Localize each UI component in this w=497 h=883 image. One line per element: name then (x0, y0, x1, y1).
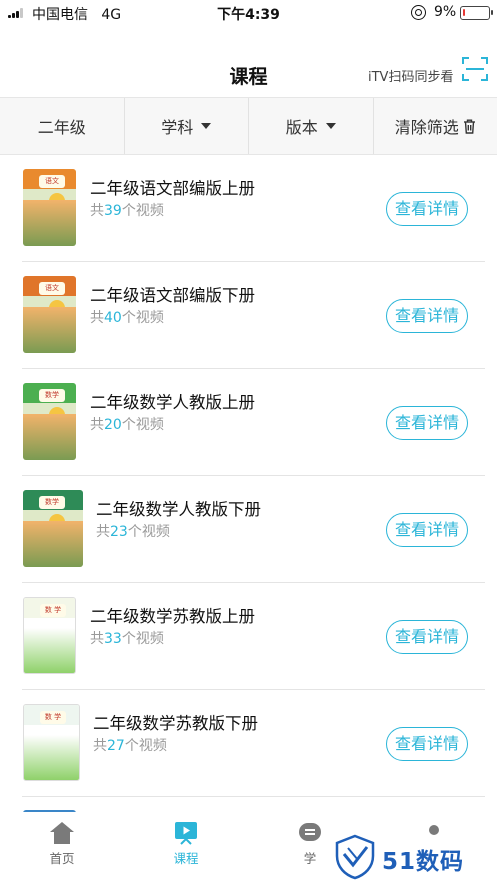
course-video-count: 共33个视频 (90, 631, 164, 647)
video-count-number: 40 (104, 310, 122, 326)
tab-course-label: 课程 (173, 851, 199, 866)
view-details-button[interactable]: 查看详情 (386, 620, 468, 654)
course-title: 二年级数学人教版下册 (96, 500, 261, 519)
course-title: 二年级语文部编版下册 (90, 286, 255, 305)
course-cover: 数学 (23, 383, 76, 460)
video-count-number: 20 (104, 417, 122, 433)
course-title: 二年级数学人教版上册 (90, 393, 255, 412)
course-video-count: 共39个视频 (90, 203, 164, 219)
course-play-icon (175, 822, 197, 845)
course-cover-tag: 数学 (39, 389, 65, 402)
course-cover-tag: 语文 (39, 175, 65, 188)
course-item[interactable]: 数学 二年级数学人教版上册 共20个视频 查看详情 (0, 369, 497, 476)
nav-bar: 课程 iTV扫码同步看 (0, 26, 497, 96)
orientation-lock-icon (411, 5, 426, 20)
video-count-number: 27 (107, 738, 125, 754)
watermark-shield-logo (335, 834, 375, 880)
view-details-button[interactable]: 查看详情 (386, 406, 468, 440)
tab-home[interactable]: 首页 (22, 820, 102, 867)
filter-edition-label: 版本 (285, 118, 318, 137)
caret-down-icon (201, 123, 212, 129)
scan-icon[interactable] (462, 57, 488, 81)
filter-bar: 二年级 学科 版本 清除筛选 (0, 97, 497, 155)
watermark: 51数码 (334, 834, 494, 880)
trash-icon (463, 119, 475, 134)
course-video-count: 共40个视频 (90, 310, 164, 326)
course-video-count: 共27个视频 (93, 738, 167, 754)
course-cover-tag: 数 学 (40, 711, 66, 724)
filter-subject-label: 学科 (161, 118, 194, 137)
itv-scan-link[interactable]: iTV扫码同步看 (368, 66, 453, 85)
watermark-text: 51数码 (382, 849, 465, 875)
filter-grade-label: 二年级 (37, 118, 86, 137)
battery-percent: 9% (434, 4, 457, 20)
course-item[interactable]: 数学 二年级数学人教版下册 共23个视频 查看详情 (0, 476, 497, 583)
caret-down-icon (325, 123, 336, 129)
course-title: 二年级数学苏教版下册 (93, 714, 258, 733)
course-cover: 数学 (23, 490, 83, 567)
course-cover-tag: 语文 (39, 282, 65, 295)
tab-home-label: 首页 (49, 851, 75, 866)
video-count-number: 33 (104, 631, 122, 647)
filter-subject[interactable]: 学科 (125, 98, 249, 154)
tab-course[interactable]: 课程 (146, 820, 226, 867)
study-icon (299, 823, 321, 841)
course-cover: 语文 (23, 276, 76, 353)
course-item[interactable]: 数 学 二年级数学苏教版下册 共27个视频 查看详情 (0, 690, 497, 797)
course-cover: 数 学 (23, 597, 76, 674)
status-bar: 中国电信 4G 下午4:39 9% (0, 0, 497, 26)
filter-edition[interactable]: 版本 (249, 98, 374, 154)
video-count-number: 39 (104, 203, 122, 219)
course-video-count: 共20个视频 (90, 417, 164, 433)
view-details-button[interactable]: 查看详情 (386, 727, 468, 761)
view-details-button[interactable]: 查看详情 (386, 299, 468, 333)
course-title: 二年级语文部编版上册 (90, 179, 255, 198)
course-item[interactable]: 数 学 二年级数学苏教版上册 共33个视频 查看详情 (0, 583, 497, 690)
clear-filter-button[interactable]: 清除筛选 (374, 98, 497, 154)
filter-grade[interactable]: 二年级 (0, 98, 125, 154)
course-item[interactable]: 语文 二年级语文部编版下册 共40个视频 查看详情 (0, 262, 497, 369)
clear-filter-label: 清除筛选 (394, 118, 459, 137)
course-item[interactable]: 语文 二年级语文部编版上册 共39个视频 查看详情 (0, 155, 497, 262)
course-cover-tag: 数 学 (40, 604, 66, 617)
battery-icon (460, 6, 493, 20)
course-cover: 数 学 (23, 704, 80, 781)
course-list: 语文 二年级语文部编版上册 共39个视频 查看详情 语文 二年级语文部编版下册 共40个视频… (0, 155, 497, 797)
view-details-button[interactable]: 查看详情 (386, 192, 468, 226)
course-cover: 语文 (23, 169, 76, 246)
home-icon (50, 822, 74, 844)
course-video-count: 共23个视频 (96, 524, 170, 540)
course-title: 二年级数学苏教版上册 (90, 607, 255, 626)
view-details-button[interactable]: 查看详情 (386, 513, 468, 547)
course-cover-tag: 数学 (39, 496, 65, 509)
video-count-number: 23 (110, 524, 128, 540)
